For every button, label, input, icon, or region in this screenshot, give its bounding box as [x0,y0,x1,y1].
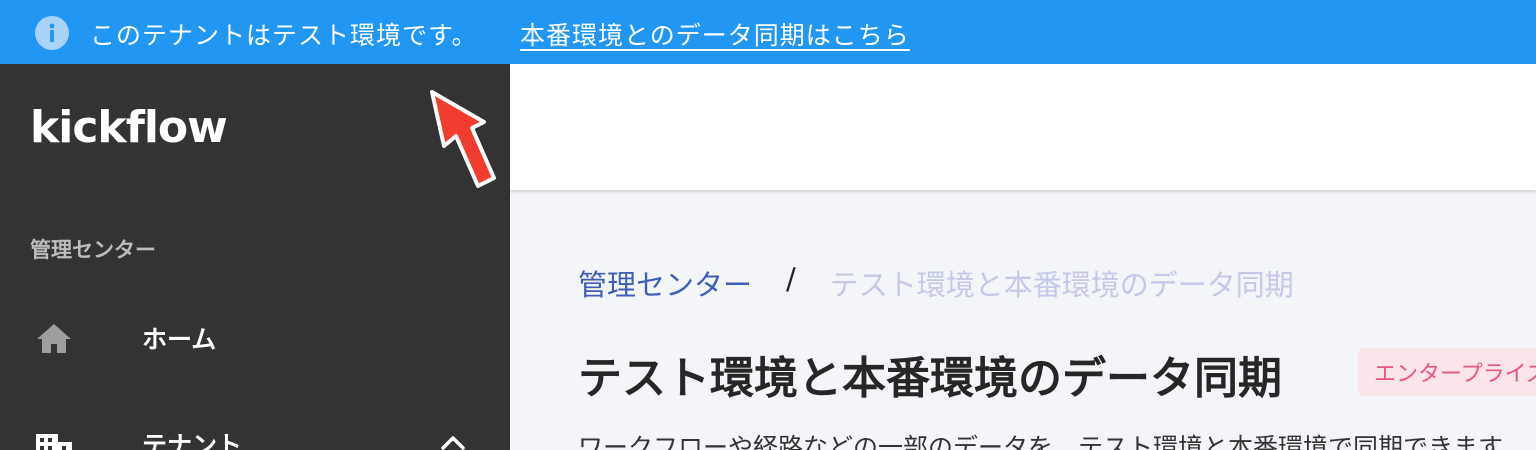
breadcrumb-current: テスト環境と本番環境のデータ同期 [829,268,1294,302]
chevron-up-icon[interactable] [438,428,468,450]
sidebar-item-tenant[interactable]: テナント [0,410,510,450]
enterprise-badge: エンタープライズ [1358,348,1536,396]
page-description: ワークフローや経路などの一部のデータを、テスト環境と本番環境で同期できます。 [578,433,1526,450]
page-title: テスト環境と本番環境のデータ同期 [578,353,1282,404]
breadcrumb: 管理センター / テスト環境と本番環境のデータ同期 [578,262,1294,304]
info-icon [35,16,69,50]
annotation-arrow-icon [430,90,496,188]
test-environment-banner: このテナントはテスト環境です。 本番環境とのデータ同期はこちら [0,0,1536,64]
banner-message: このテナントはテスト環境です。 [90,21,478,50]
top-app-bar [510,64,1536,190]
data-sync-link[interactable]: 本番環境とのデータ同期はこちら [520,16,910,52]
sidebar-item-label: テナント [142,431,243,450]
building-icon [34,424,74,450]
breadcrumb-root-link[interactable]: 管理センター [578,262,752,304]
sidebar-item-home[interactable]: ホーム [0,304,510,364]
sidebar-item-label: ホーム [142,325,217,354]
breadcrumb-separator: / [786,262,796,296]
home-icon [34,318,74,358]
kickflow-logo[interactable]: kickflow [30,102,228,153]
sidebar-section-label: 管理センター [30,238,156,262]
